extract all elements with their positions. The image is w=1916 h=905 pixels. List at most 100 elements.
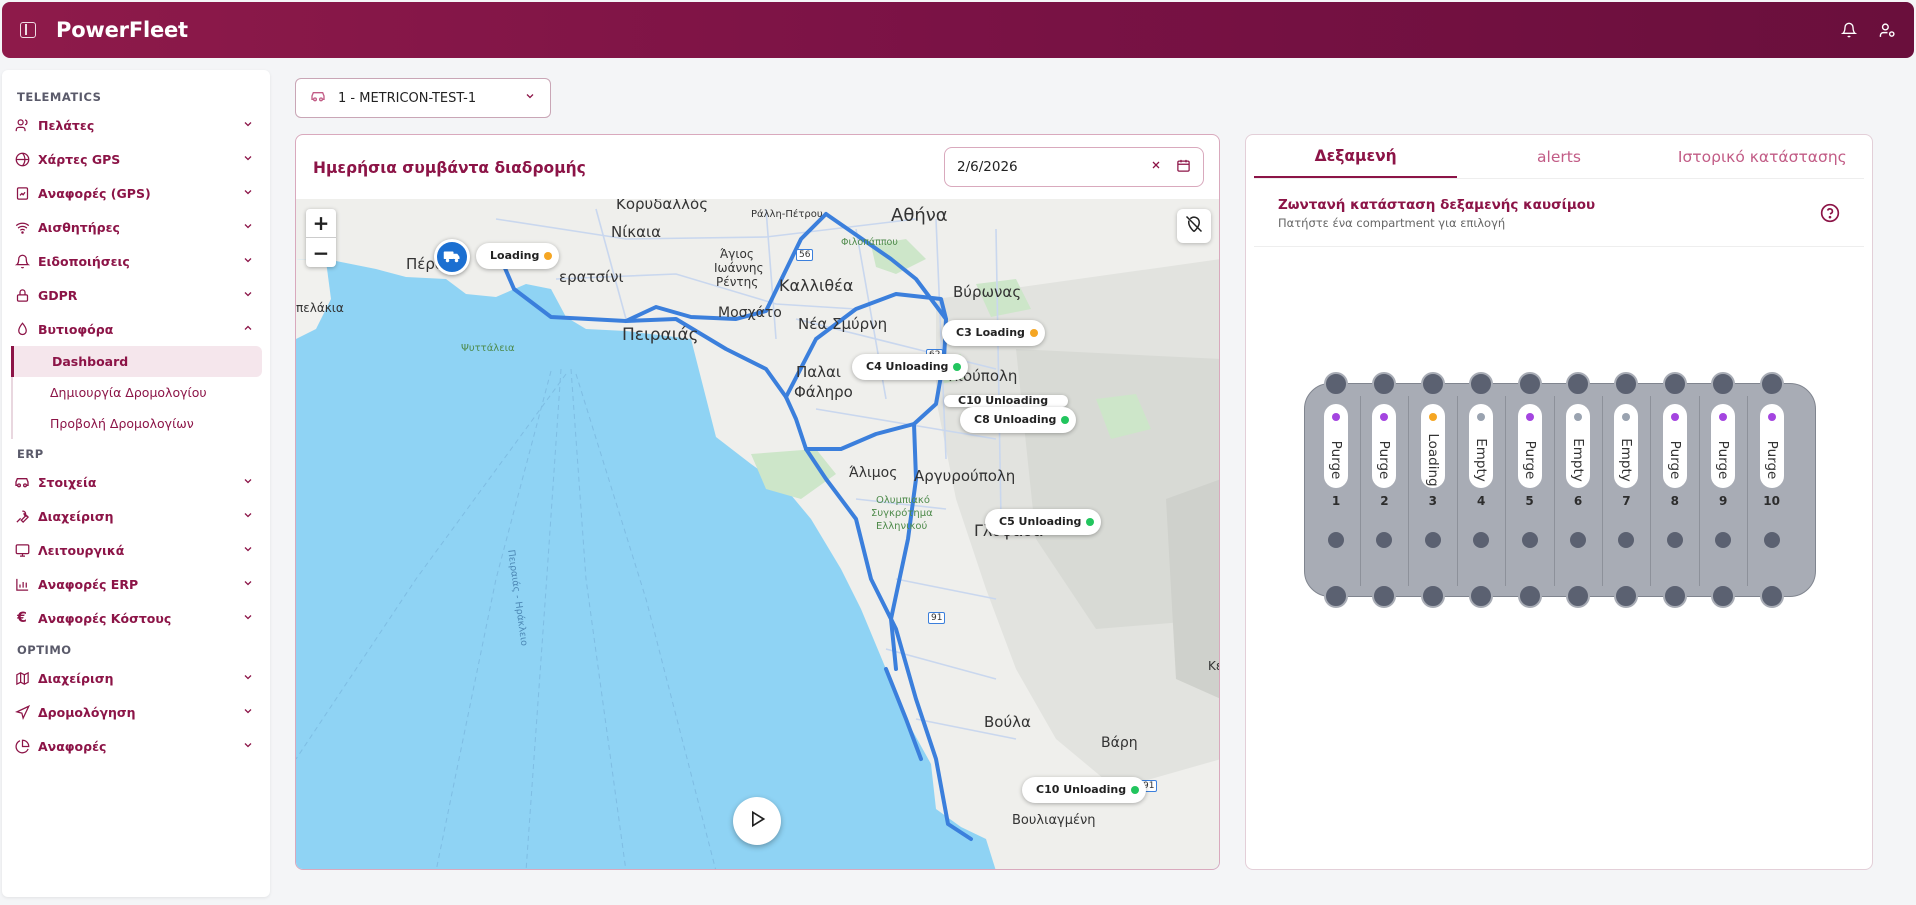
status-dot xyxy=(953,363,962,371)
event-marker[interactable]: C4 Unloading xyxy=(852,354,969,380)
sidebar-subitem-create-route[interactable]: Δημιουργία Δρομολογίου xyxy=(11,377,270,408)
tab-status-history[interactable]: Ιστορικό κατάστασης xyxy=(1661,135,1864,178)
chevron-down-icon xyxy=(524,90,536,106)
sidebar-item-erp-reports[interactable]: Αναφορές ERP xyxy=(2,567,270,601)
compartment-divider xyxy=(1505,396,1507,586)
tab-tank[interactable]: Δεξαμενή xyxy=(1254,135,1458,178)
sidebar-item-data[interactable]: Στοιχεία xyxy=(2,465,270,499)
top-valve xyxy=(1469,372,1494,396)
user-settings-icon[interactable] xyxy=(1879,22,1896,39)
event-marker[interactable]: Loading xyxy=(476,243,560,269)
help-icon[interactable] xyxy=(1820,203,1840,227)
wifi-icon xyxy=(14,219,30,235)
lock-icon xyxy=(14,287,30,303)
route-map[interactable]: Κορυδαλλός Αθήνα Ράλλη-Πέτρου Νίκαια Φιλ… xyxy=(296,199,1219,869)
chevron-down-icon xyxy=(242,671,254,686)
tankers-submenu: Dashboard Δημιουργία Δρομολογίου Προβολή… xyxy=(11,346,270,439)
compartment-status-label: Purge xyxy=(1328,440,1344,480)
bottom-valve xyxy=(1614,584,1639,608)
sidebar-item-gps-maps[interactable]: Χάρτες GPS xyxy=(2,142,270,176)
sidebar-item-label: Αισθητήρες xyxy=(38,219,120,235)
vehicle-marker[interactable] xyxy=(434,239,470,275)
event-marker[interactable]: C10 Unloading xyxy=(944,395,1069,407)
tank-compartment[interactable]: Purge 9 xyxy=(1699,372,1747,608)
place-label: Ελληνικού xyxy=(876,521,928,532)
event-marker-label: C3 Loading xyxy=(956,326,1025,339)
tank-subtitle: Πατήστε ένα compartment για επιλογή xyxy=(1278,216,1506,230)
map-card-title: Ημερήσια συμβάντα διαδρομής xyxy=(313,159,586,177)
sidebar-item-label: Δρομολόγηση xyxy=(38,704,136,720)
compartment-number: 9 xyxy=(1719,494,1728,508)
tank-compartment[interactable]: Empty 6 xyxy=(1554,372,1602,608)
section-erp: ERP xyxy=(17,447,44,461)
status-dot xyxy=(1670,413,1679,421)
sidebar-item-label: Αναφορές (GPS) xyxy=(38,185,151,201)
bell-icon[interactable] xyxy=(1841,22,1857,38)
zoom-out-button[interactable]: − xyxy=(306,238,336,267)
compartment-status-badge: Purge xyxy=(1372,404,1397,488)
tank-compartment[interactable]: Empty 4 xyxy=(1457,372,1505,608)
sidebar-item-operations[interactable]: Λειτουργικά xyxy=(2,533,270,567)
tab-alerts[interactable]: alerts xyxy=(1457,135,1660,178)
sidebar-item-label: Πελάτες xyxy=(38,117,95,133)
sidebar-item-cost-reports[interactable]: € Αναφορές Κόστους xyxy=(2,601,270,635)
tank-compartment[interactable]: Purge 5 xyxy=(1506,372,1554,608)
place-label: Βάρη xyxy=(1101,735,1138,751)
place-label: Κορυδαλλός xyxy=(616,199,709,213)
compartment-divider xyxy=(1601,396,1603,586)
clear-date-icon[interactable] xyxy=(1150,159,1162,175)
bottom-valve xyxy=(1711,584,1736,608)
compartment-status-label: Empty xyxy=(1570,438,1586,482)
sidebar-subitem-view-routes[interactable]: Προβολή Δρομολογίων xyxy=(11,408,270,439)
compartment-status-badge: Purge xyxy=(1711,404,1736,488)
place-label: Ρέντης xyxy=(716,275,759,289)
hide-markers-button[interactable] xyxy=(1177,209,1211,243)
sidebar-item-sensors[interactable]: Αισθητήρες xyxy=(2,210,270,244)
section-optimo: OPTIMO xyxy=(17,643,72,657)
compartment-valve xyxy=(1521,532,1538,548)
sidebar-subitem-dashboard[interactable]: Dashboard xyxy=(11,346,262,377)
sidebar-item-gdpr[interactable]: GDPR xyxy=(2,278,270,312)
app-header: PowerFleet xyxy=(2,2,1914,58)
sidebar-toggle-icon[interactable] xyxy=(20,22,36,38)
sidebar-item-optimo-management[interactable]: Διαχείριση xyxy=(2,661,270,695)
event-marker[interactable]: C3 Loading xyxy=(942,320,1045,346)
event-marker[interactable]: C10 Unloading xyxy=(1022,777,1147,803)
vehicle-select[interactable]: 1 - METRICON-TEST-1 xyxy=(295,78,551,118)
play-route-button[interactable] xyxy=(733,797,781,845)
sidebar-item-tankers[interactable]: Βυτιοφόρα xyxy=(2,312,270,346)
wrench-icon xyxy=(14,508,30,524)
route-events-card: Ημερήσια συμβάντα διαδρομής 2/6/2026 Κορ… xyxy=(295,134,1220,870)
tank-compartment[interactable]: Empty 7 xyxy=(1602,372,1650,608)
sidebar-item-notifications[interactable]: Ειδοποιήσεις xyxy=(2,244,270,278)
place-label: Παλαι xyxy=(796,363,842,381)
tank-compartment[interactable]: Purge 8 xyxy=(1651,372,1699,608)
sidebar-item-routing[interactable]: Δρομολόγηση xyxy=(2,695,270,729)
status-dot xyxy=(544,252,553,260)
place-label: Νέα Σμύρνη xyxy=(798,315,888,333)
event-marker[interactable]: C8 Unloading xyxy=(960,407,1077,433)
calendar-icon[interactable] xyxy=(1176,158,1191,177)
chevron-down-icon xyxy=(242,186,254,201)
compartment-number: 4 xyxy=(1477,494,1486,508)
compartment-valve xyxy=(1424,532,1441,548)
tank-compartment[interactable]: Purge 1 xyxy=(1312,372,1360,608)
chevron-down-icon xyxy=(242,475,254,490)
top-valve xyxy=(1759,372,1784,396)
sidebar-item-label: Βυτιοφόρα xyxy=(38,321,114,337)
event-marker[interactable]: C5 Unloading xyxy=(985,509,1102,535)
compartment-valve xyxy=(1570,532,1586,548)
tank-compartment[interactable]: Purge 10 xyxy=(1748,372,1796,608)
sidebar-item-gps-reports[interactable]: Αναφορές (GPS) xyxy=(2,176,270,210)
sidebar-item-optimo-reports[interactable]: Αναφορές xyxy=(2,729,270,763)
event-marker-label: C10 Unloading xyxy=(958,395,1049,407)
zoom-in-button[interactable]: + xyxy=(306,209,336,238)
sidebar-item-customers[interactable]: Πελάτες xyxy=(2,108,270,142)
tank-compartment[interactable]: Loading 3 xyxy=(1409,372,1457,608)
status-dot xyxy=(1061,416,1070,424)
compartment-divider xyxy=(1456,396,1458,586)
tank-compartment[interactable]: Purge 2 xyxy=(1360,372,1408,608)
sidebar-item-erp-management[interactable]: Διαχείριση xyxy=(2,499,270,533)
map-icon xyxy=(14,670,30,686)
date-picker[interactable]: 2/6/2026 xyxy=(944,147,1204,187)
